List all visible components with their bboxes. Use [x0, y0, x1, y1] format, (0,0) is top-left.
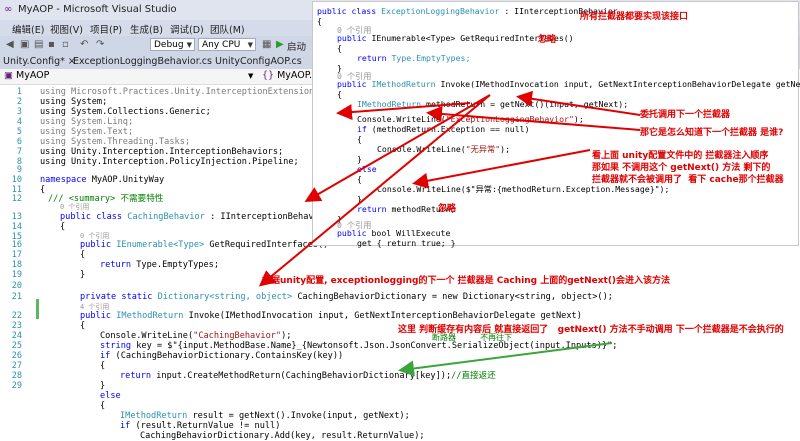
annotation-arrows — [258, 90, 641, 377]
arrow-to-getrequired — [304, 94, 491, 202]
arrow-who-next — [426, 105, 641, 131]
code-line: if (result.ReturnValue != null) — [120, 421, 281, 431]
arrow-next-caching — [336, 102, 471, 121]
code-line: { — [100, 401, 106, 411]
arrow-delegate — [516, 90, 641, 116]
code-line: CachingBehaviorDictionary.Add(key, resul… — [140, 431, 425, 441]
code-line: IMethodReturn result = getNext().Invoke(… — [120, 411, 410, 421]
arrow-to-invoke — [258, 94, 491, 287]
arrow-config-order — [412, 149, 591, 189]
arrow-cache-return — [398, 342, 613, 377]
